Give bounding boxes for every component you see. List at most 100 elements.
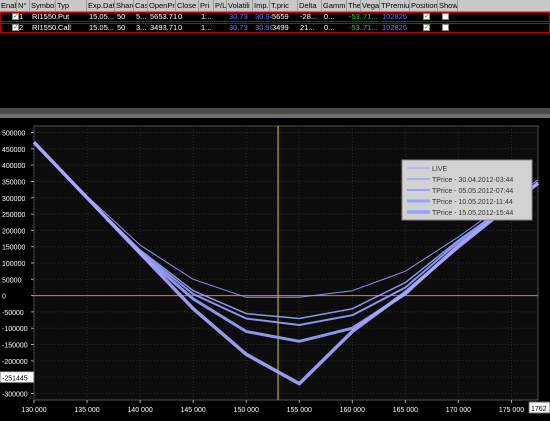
- column-header-enable[interactable]: Enable: [0, 0, 17, 11]
- y-tick-label: 400000: [2, 163, 25, 170]
- legend-entry: LIVE: [432, 166, 448, 173]
- legend-entry: TPrice - 15.05.2012-15:44: [432, 210, 513, 217]
- cell-pri: 1...: [201, 13, 212, 21]
- y-tick-label: 100000: [2, 261, 25, 268]
- cell-vol: 30.73: [229, 24, 248, 32]
- x-tick-label: 155 000: [287, 407, 312, 414]
- cursor-y-label: -251445: [2, 376, 28, 383]
- cell-symbol: RI1550...: [32, 24, 58, 32]
- cell-gamma: 0...: [324, 24, 335, 32]
- cell-pl: [215, 13, 229, 21]
- position-checkbox[interactable]: [423, 23, 430, 31]
- cell-type: Put: [58, 13, 70, 21]
- x-tick-label: 170 000: [446, 407, 471, 414]
- cell-gamma: 0...: [324, 13, 335, 21]
- column-header-imp-v[interactable]: Imp.V: [253, 0, 270, 11]
- column-header-position[interactable]: Position: [410, 0, 438, 11]
- column-header-vega[interactable]: Vega: [361, 0, 380, 11]
- column-header-close[interactable]: Close: [176, 0, 199, 11]
- cell-share: 50: [117, 13, 126, 21]
- column-header-theta[interactable]: Theta: [347, 0, 361, 11]
- position-checkbox[interactable]: [423, 12, 430, 20]
- x-tick-label: 140 000: [127, 407, 152, 414]
- x-tick-label: 150 000: [234, 407, 259, 414]
- column-header-delta[interactable]: Delta: [298, 0, 322, 11]
- y-tick-label: -150000: [2, 343, 28, 350]
- y-tick-label: 50000: [2, 277, 22, 284]
- column-header-symbol[interactable]: Symbol: [30, 0, 56, 11]
- column-header-typ[interactable]: Typ: [56, 0, 87, 11]
- cell-theta: -53...: [349, 13, 363, 21]
- cell-vol: 30.73: [229, 13, 248, 21]
- cell-exp: 15.05...: [89, 24, 115, 32]
- x-tick-label: 135 000: [74, 407, 99, 414]
- payoff-chart: 500000 450000 400000 350000 300000 250000 2000…: [0, 118, 550, 416]
- cell-open: 5653.71: [150, 13, 178, 21]
- y-tick-label: -100000: [2, 326, 28, 333]
- cell-vega: 71...: [363, 24, 378, 32]
- cell-pri: 1...: [201, 24, 212, 32]
- cell-delta: 21...: [300, 24, 315, 32]
- y-tick-label: 500000: [2, 131, 25, 138]
- show-checkbox[interactable]: [442, 24, 449, 31]
- y-tick-label: 0: [2, 294, 6, 301]
- cell-n: 1: [19, 13, 24, 21]
- legend-entry: TPrice - 05.05.2012-07:44: [432, 188, 513, 195]
- cell-cas: 5...: [136, 13, 147, 21]
- table-row[interactable]: 1 RI1550...Put 15.05...50 5...5653.710 1... 3…: [0, 12, 550, 22]
- cell-close: 0: [178, 13, 183, 21]
- x-tick-label: 160 000: [340, 407, 365, 414]
- cursor-x-label: 1762: [531, 406, 547, 413]
- y-tick-label: -300000: [2, 391, 28, 398]
- cell-tprem: 102825: [382, 13, 408, 21]
- table-row[interactable]: 2 RI1550...Call 15.05...50 3...3493.710 1...…: [0, 23, 550, 33]
- column-header-pri[interactable]: Pri: [199, 0, 214, 11]
- column-header-volatili[interactable]: Volatili: [227, 0, 253, 11]
- column-header-openpri[interactable]: OpenPri: [148, 0, 176, 11]
- cell-theta: -53...: [349, 24, 363, 32]
- column-header-cas[interactable]: Cas: [134, 0, 148, 11]
- cell-close: 0: [178, 24, 183, 32]
- cell-impv: 30.94: [255, 13, 272, 21]
- column-header-show[interactable]: Show: [438, 0, 458, 11]
- grid-header: EnableN°SymbolTypExp.DatShareCasOpenPriC…: [0, 0, 550, 12]
- column-header-gamm[interactable]: Gamm: [322, 0, 347, 11]
- cell-share: 50: [117, 24, 126, 32]
- column-header-p-l[interactable]: P/L: [214, 0, 227, 11]
- show-checkbox[interactable]: [442, 13, 449, 20]
- cell-open: 3493.71: [150, 24, 178, 32]
- x-tick-label: 165 000: [393, 407, 418, 414]
- y-tick-label: 150000: [2, 245, 25, 252]
- y-tick-label: 200000: [2, 228, 25, 235]
- y-tick-label: 450000: [2, 147, 25, 154]
- y-tick-label: 250000: [2, 212, 25, 219]
- cell-delta: -28...: [300, 13, 318, 21]
- cell-tprice: 3499: [272, 24, 289, 32]
- legend-entry: TPrice - 10.05.2012-11:44: [432, 199, 513, 206]
- legend-entry: TPrice - 30.04.2012-03:44: [432, 177, 513, 184]
- cell-type: Call: [58, 24, 71, 32]
- column-header-exp-dat[interactable]: Exp.Dat: [87, 0, 115, 11]
- x-tick-label: 145 000: [181, 407, 206, 414]
- column-header-t-pric[interactable]: T.pric: [270, 0, 298, 11]
- cell-cas: 3...: [136, 24, 147, 32]
- cell-symbol: RI1550...: [32, 13, 58, 21]
- y-tick-label: 350000: [2, 179, 25, 186]
- cell-impv: 30.98: [255, 24, 272, 32]
- chart-svg: 5000004500004000003500003000002500002000…: [0, 125, 550, 414]
- cell-n: 2: [19, 24, 24, 32]
- y-tick-label: -200000: [2, 359, 28, 366]
- cell-vega: 71...: [363, 13, 378, 21]
- cell-tprice: 5659: [272, 13, 289, 21]
- cell-pl: [215, 24, 229, 32]
- column-header-tpremiu[interactable]: TPremiu: [380, 0, 410, 11]
- x-tick-label: 130 000: [21, 407, 46, 414]
- x-tick-label: 175 000: [499, 407, 524, 414]
- y-tick-label: -50000: [2, 310, 24, 317]
- positions-grid: EnableN°SymbolTypExp.DatShareCasOpenPriC…: [0, 0, 550, 108]
- cell-exp: 15.05...: [89, 13, 115, 21]
- y-tick-label: 300000: [2, 196, 25, 203]
- cell-tprem: 102825: [382, 24, 408, 32]
- column-header-n-[interactable]: N°: [17, 0, 30, 11]
- column-header-share[interactable]: Share: [115, 0, 134, 11]
